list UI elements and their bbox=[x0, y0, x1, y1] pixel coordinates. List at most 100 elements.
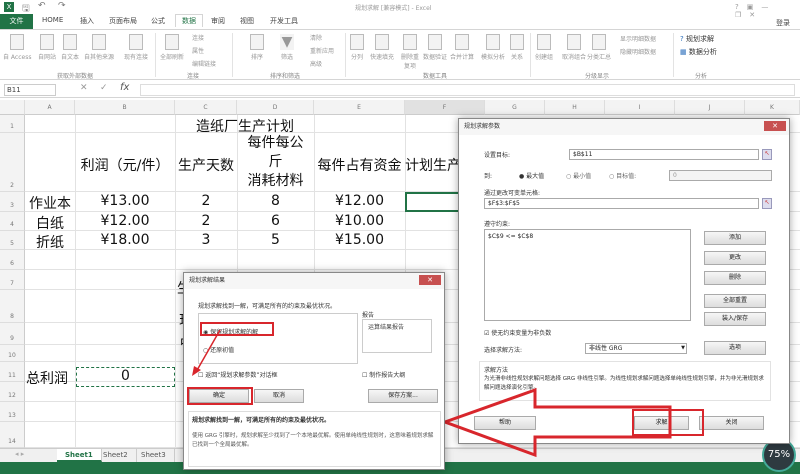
column-header[interactable]: I bbox=[605, 100, 675, 115]
row-header[interactable]: 3 bbox=[0, 192, 25, 212]
collapse-icon[interactable]: ↖ bbox=[762, 198, 772, 209]
cell[interactable]: 2 bbox=[175, 213, 237, 229]
cell[interactable]: 白纸 bbox=[25, 213, 75, 233]
from-other-button[interactable]: 自其他来源 bbox=[84, 34, 114, 61]
login-link[interactable]: 登录 bbox=[776, 18, 790, 28]
tab-view[interactable]: 视图 bbox=[240, 16, 254, 26]
cancel-icon[interactable]: ✕ bbox=[80, 83, 88, 93]
close-icon[interactable]: ✕ bbox=[419, 275, 441, 285]
close-icon[interactable]: ✕ bbox=[764, 121, 786, 131]
radio-min[interactable]: ○ 最小值 bbox=[566, 171, 591, 180]
column-header[interactable]: H bbox=[545, 100, 605, 115]
cell[interactable]: 8 bbox=[237, 193, 314, 209]
tab-data[interactable]: 数据 bbox=[175, 14, 203, 27]
group-button[interactable]: 创建组 bbox=[535, 34, 553, 61]
delete-button[interactable]: 删除 bbox=[704, 271, 766, 285]
tab-page-layout[interactable]: 页面布局 bbox=[109, 16, 137, 26]
row-header[interactable]: 7 bbox=[0, 270, 25, 290]
radio-max[interactable]: ● 最大值 bbox=[519, 171, 544, 180]
load-save-button[interactable]: 装入/保存 bbox=[704, 312, 766, 326]
header-material[interactable]: 每件每公 斤 消耗材料 bbox=[237, 134, 314, 191]
row-header[interactable]: 2 bbox=[0, 133, 25, 192]
nonneg-checkbox[interactable]: ☑ 使无约束变量为非负数 bbox=[484, 328, 551, 337]
redo-icon[interactable]: ↷ bbox=[58, 1, 66, 11]
data-analysis-button[interactable]: ▦ 数据分析 bbox=[680, 46, 717, 59]
existing-connections-button[interactable]: 现有连接 bbox=[124, 34, 148, 61]
options-button[interactable]: 选项 bbox=[704, 341, 766, 355]
sheet-tab-2[interactable]: Sheet2 bbox=[95, 449, 137, 462]
sheet-title[interactable]: 造纸厂生产计划 bbox=[175, 116, 315, 136]
from-text-button[interactable]: 自文本 bbox=[61, 34, 79, 61]
header-profit[interactable]: 利润（元/件） bbox=[75, 155, 175, 175]
row-header[interactable]: 13 bbox=[0, 402, 25, 422]
ungroup-button[interactable]: 取消组合 bbox=[562, 34, 586, 61]
reset-all-button[interactable]: 全部重置 bbox=[704, 294, 766, 308]
cell[interactable]: ¥15.00 bbox=[314, 232, 405, 248]
tab-developer[interactable]: 开发工具 bbox=[270, 16, 298, 26]
cell[interactable]: ¥13.00 bbox=[75, 193, 175, 209]
cell[interactable]: ¥12.00 bbox=[314, 193, 405, 209]
close-button[interactable]: 关闭 bbox=[699, 416, 764, 430]
tab-formulas[interactable]: 公式 bbox=[151, 16, 165, 26]
row-header[interactable]: 4 bbox=[0, 212, 25, 231]
cell[interactable]: 作业本 bbox=[25, 193, 75, 213]
function-icon[interactable]: fx bbox=[120, 82, 129, 93]
from-web-button[interactable]: 自网站 bbox=[38, 34, 56, 61]
cell[interactable]: ¥12.00 bbox=[75, 213, 175, 229]
header-capital[interactable]: 每件占有资金 bbox=[314, 155, 405, 175]
column-header[interactable]: G bbox=[485, 100, 545, 115]
row-header[interactable]: 5 bbox=[0, 231, 25, 250]
cell[interactable]: ¥10.00 bbox=[314, 213, 405, 229]
report-item[interactable]: 运算结果报告 bbox=[368, 322, 426, 331]
column-header[interactable]: C bbox=[175, 100, 237, 115]
cell[interactable]: 3 bbox=[175, 232, 237, 248]
total-profit-cell[interactable]: 0 bbox=[76, 367, 175, 387]
tab-insert[interactable]: 插入 bbox=[80, 16, 94, 26]
cell[interactable]: 折纸 bbox=[25, 232, 75, 252]
objective-input[interactable]: $B$11 bbox=[569, 149, 759, 160]
flash-fill-button[interactable]: 快速填充 bbox=[370, 34, 394, 61]
name-box[interactable]: B11 bbox=[4, 84, 56, 96]
column-header[interactable]: J bbox=[675, 100, 745, 115]
cancel-button[interactable]: 取消 bbox=[254, 389, 304, 403]
column-header[interactable]: E bbox=[314, 100, 405, 115]
cell[interactable]: 6 bbox=[237, 213, 314, 229]
filter-button[interactable]: ▼ 筛选 bbox=[280, 34, 294, 61]
prev-sheet-icon[interactable]: ◂ ▸ bbox=[15, 450, 24, 458]
column-header[interactable]: A bbox=[25, 100, 75, 115]
constraint-item[interactable]: $C$9 <= $C$8 bbox=[488, 233, 687, 240]
row-header[interactable]: 8 bbox=[0, 290, 25, 323]
target-value-input[interactable]: 0 bbox=[669, 170, 772, 181]
subtotal-button[interactable]: 分类汇总 bbox=[587, 34, 611, 61]
what-if-button[interactable]: 模拟分析 bbox=[481, 34, 505, 61]
tab-file[interactable]: 文件 bbox=[0, 14, 33, 29]
outline-checkbox[interactable]: ☐ 制作报告大纲 bbox=[362, 370, 405, 379]
column-header[interactable]: B bbox=[75, 100, 175, 115]
row-header[interactable]: 6 bbox=[0, 250, 25, 270]
connection-items[interactable]: 连接 属性 编辑链接 bbox=[192, 32, 216, 71]
column-header[interactable]: D bbox=[237, 100, 314, 115]
collapse-icon[interactable]: ↖ bbox=[762, 149, 772, 160]
tab-review[interactable]: 审阅 bbox=[211, 16, 225, 26]
solver-button[interactable]: ? 规划求解 bbox=[680, 33, 717, 46]
analysis-items[interactable]: ? 规划求解 ▦ 数据分析 bbox=[680, 33, 717, 59]
formula-input[interactable] bbox=[140, 84, 795, 96]
header-plan[interactable]: 计划生产 bbox=[405, 155, 460, 175]
selected-cell-f3[interactable] bbox=[405, 192, 460, 212]
from-access-button[interactable]: 自 Access bbox=[3, 34, 31, 61]
method-select[interactable]: 非线性 GRG ▼ bbox=[585, 343, 687, 354]
cell[interactable]: 5 bbox=[237, 232, 314, 248]
row-header[interactable]: 9 bbox=[0, 323, 25, 345]
row-header[interactable]: 1 bbox=[0, 115, 25, 133]
total-profit-label[interactable]: 总利润 bbox=[22, 368, 72, 388]
remove-duplicates-button[interactable]: 删除重复项 bbox=[400, 34, 420, 70]
relationships-button[interactable]: 关系 bbox=[510, 34, 524, 61]
column-header[interactable]: F bbox=[405, 100, 485, 115]
sort-button[interactable]: 排序 bbox=[250, 34, 264, 61]
save-scenario-button[interactable]: 保存方案... bbox=[368, 389, 438, 403]
cell[interactable]: 2 bbox=[175, 193, 237, 209]
row-header[interactable]: 14 bbox=[0, 422, 25, 448]
change-button[interactable]: 更改 bbox=[704, 251, 766, 265]
text-to-columns-button[interactable]: 分列 bbox=[350, 34, 364, 61]
consolidate-button[interactable]: 合并计算 bbox=[450, 34, 474, 61]
